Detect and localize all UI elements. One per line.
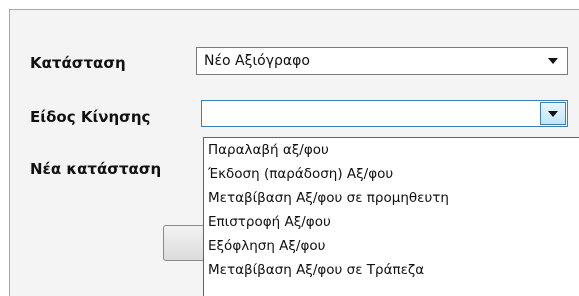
status-label: Κατάσταση — [30, 54, 126, 72]
status-value: Νέο Αξιόγραφο — [204, 53, 310, 69]
dropdown-option[interactable]: Έκδοση (παράδοση) Αξ/φου — [208, 166, 393, 182]
chevron-down-icon — [548, 110, 558, 117]
status-combobox[interactable]: Νέο Αξιόγραφο — [196, 47, 568, 75]
status-dropdown-button[interactable] — [539, 48, 567, 74]
dropdown-option[interactable]: Εξόφληση Αξ/φου — [208, 238, 325, 254]
movement-type-combobox[interactable] — [201, 100, 568, 127]
dropdown-option[interactable]: Επιστροφή Αξ/φου — [208, 214, 331, 230]
movement-type-label: Είδος Κίνησης — [30, 108, 151, 126]
new-status-label: Νέα κατάσταση — [30, 160, 162, 178]
dropdown-option[interactable]: Μεταβίβαση Αξ/φου σε Τράπεζα — [208, 262, 424, 278]
chevron-down-icon — [548, 58, 558, 64]
dropdown-option[interactable]: Παραλαβή αξ/φου — [208, 142, 329, 158]
movement-type-dropdown-button[interactable] — [540, 102, 566, 125]
form-panel: Κατάσταση Νέο Αξιόγραφο Είδος Κίνησης Νέ… — [9, 9, 579, 296]
dropdown-option[interactable]: Μεταβίβαση Αξ/φου σε προμηθευτη — [208, 190, 449, 206]
movement-type-dropdown-list[interactable]: Παραλαβή αξ/φου Έκδοση (παράδοση) Αξ/φου… — [203, 137, 579, 296]
